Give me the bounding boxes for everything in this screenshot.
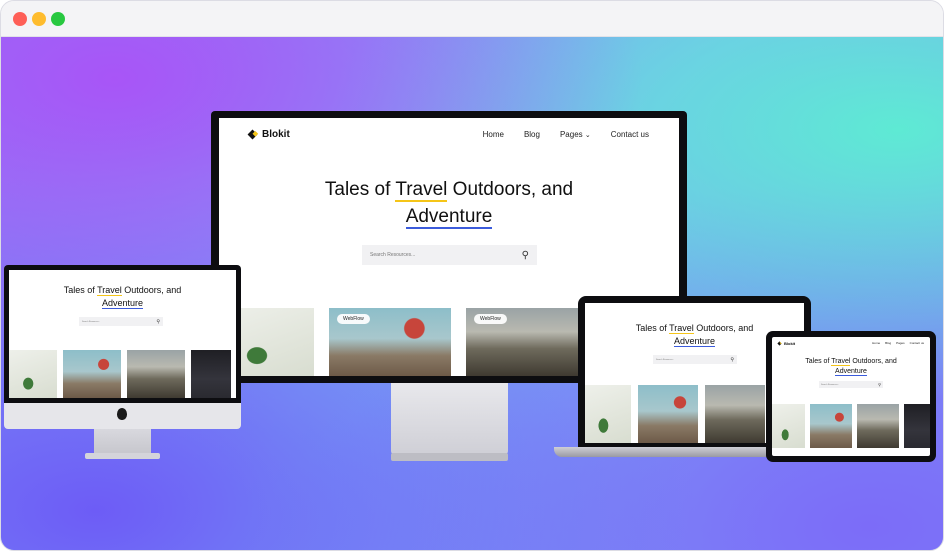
card-horse[interactable]: WebFlow [466,308,588,376]
card-robot[interactable]: WebFlow [329,308,451,376]
card-plant[interactable] [9,350,57,398]
card-robot[interactable] [638,385,698,443]
hero-line1-post: Outdoors, and [121,285,182,295]
search-placeholder: Search Resources... [82,320,101,323]
blokit-logo-icon [247,129,258,139]
hero-line1-pre: Tales of [324,179,396,200]
window-titlebar [1,1,943,37]
tablet-search-input[interactable]: Search Resources... ⚲ [819,381,883,388]
hero-highlight-adventure: Adventure [405,206,493,229]
card-robot[interactable] [810,404,852,448]
apple-logo-icon [117,408,127,420]
nav-pages[interactable]: Pages ⌄ [560,130,591,139]
nav-home[interactable]: Home [872,341,880,345]
card-dark[interactable] [191,350,231,398]
blokit-logo-icon [777,340,782,346]
card-tag: WebFlow [337,314,370,324]
hero-highlight-travel: Travel [97,285,122,296]
search-icon[interactable]: ⚲ [878,382,881,387]
nav-pages[interactable]: Pages [896,341,905,345]
monitor-nav: Blokit Home Blog Pages ⌄ Contact us [219,118,679,150]
imac-screen: Tales of Travel Outdoors, and Adventure … [9,270,236,398]
card-horse[interactable] [705,385,765,443]
hero-line1-post: Outdoors, and [447,179,574,200]
tablet-menu: Home Blog Pages Contact us [872,341,924,345]
hero-line1-pre: Tales of [635,323,670,333]
card-dark[interactable] [904,404,930,448]
nav-home[interactable]: Home [483,130,504,139]
card-horse[interactable] [857,404,899,448]
search-placeholder: Search Resources... [821,383,840,386]
monitor-menu: Home Blog Pages ⌄ Contact us [483,130,649,139]
hero-title: Tales of Travel Outdoors, and Adventure [219,176,679,230]
hero-highlight-adventure: Adventure [101,298,144,309]
hero-highlight-adventure: Adventure [673,336,716,347]
tablet-screen: Blokit Home Blog Pages Contact us Tales … [772,337,930,456]
card-robot[interactable] [63,350,121,398]
search-icon[interactable]: ⚲ [156,319,160,325]
imac-stand [94,429,151,455]
hero-line1-post: Outdoors, and [693,323,754,333]
close-window-button[interactable] [13,12,27,26]
nav-blog[interactable]: Blog [524,130,540,139]
tablet-nav: Blokit Home Blog Pages Contact us [772,337,930,349]
maximize-window-button[interactable] [51,12,65,26]
chevron-down-icon: ⌄ [584,131,591,139]
imac-chin [4,403,241,429]
imac-stand-base [85,453,160,459]
search-input[interactable]: Search Resources... ⚲ [362,245,537,265]
brand-logo[interactable]: Blokit [247,128,290,140]
brand-name: Blokit [262,128,290,140]
browser-window: Blokit Home Blog Pages ⌄ Contact us Tale… [0,0,944,551]
imac-hero-title: Tales of Travel Outdoors, and Adventure [9,284,236,310]
search-icon[interactable]: ⚲ [730,357,734,363]
hero-highlight-travel: Travel [395,179,448,202]
laptop-search-input[interactable]: Search Resources... ⚲ [653,355,737,364]
monitor-stand [391,383,508,455]
card-horse[interactable] [127,350,185,398]
imac-search-input[interactable]: Search Resources... ⚲ [79,317,163,326]
hero-highlight-travel: Travel [669,323,694,334]
search-placeholder: Search Resources... [656,358,675,361]
tablet-cards [772,404,930,448]
hero-line1-pre: Tales of [805,358,832,365]
nav-contact[interactable]: Contact us [910,341,924,345]
nav-contact[interactable]: Contact us [611,130,649,139]
hero-highlight-adventure: Adventure [835,368,867,376]
nav-blog[interactable]: Blog [885,341,891,345]
card-plant[interactable] [585,385,631,443]
hero-line1-post: Outdoors, and [850,358,897,365]
search-icon[interactable]: ⚲ [522,250,529,261]
tablet-hero-title: Tales of Travel Outdoors, and Adventure [772,357,930,377]
nav-pages-label: Pages [559,129,583,139]
hero-line1-pre: Tales of [63,285,98,295]
brand-name: Blokit [784,340,796,346]
card-tag: WebFlow [474,314,507,324]
minimize-window-button[interactable] [32,12,46,26]
brand-logo[interactable]: Blokit [777,340,796,346]
showcase-stage: Blokit Home Blog Pages ⌄ Contact us Tale… [1,37,943,550]
monitor-stand-base [391,453,508,461]
imac-cards [9,350,236,398]
hero-highlight-travel: Travel [831,358,851,366]
card-plant[interactable] [772,404,805,448]
search-placeholder: Search Resources... [370,252,416,258]
